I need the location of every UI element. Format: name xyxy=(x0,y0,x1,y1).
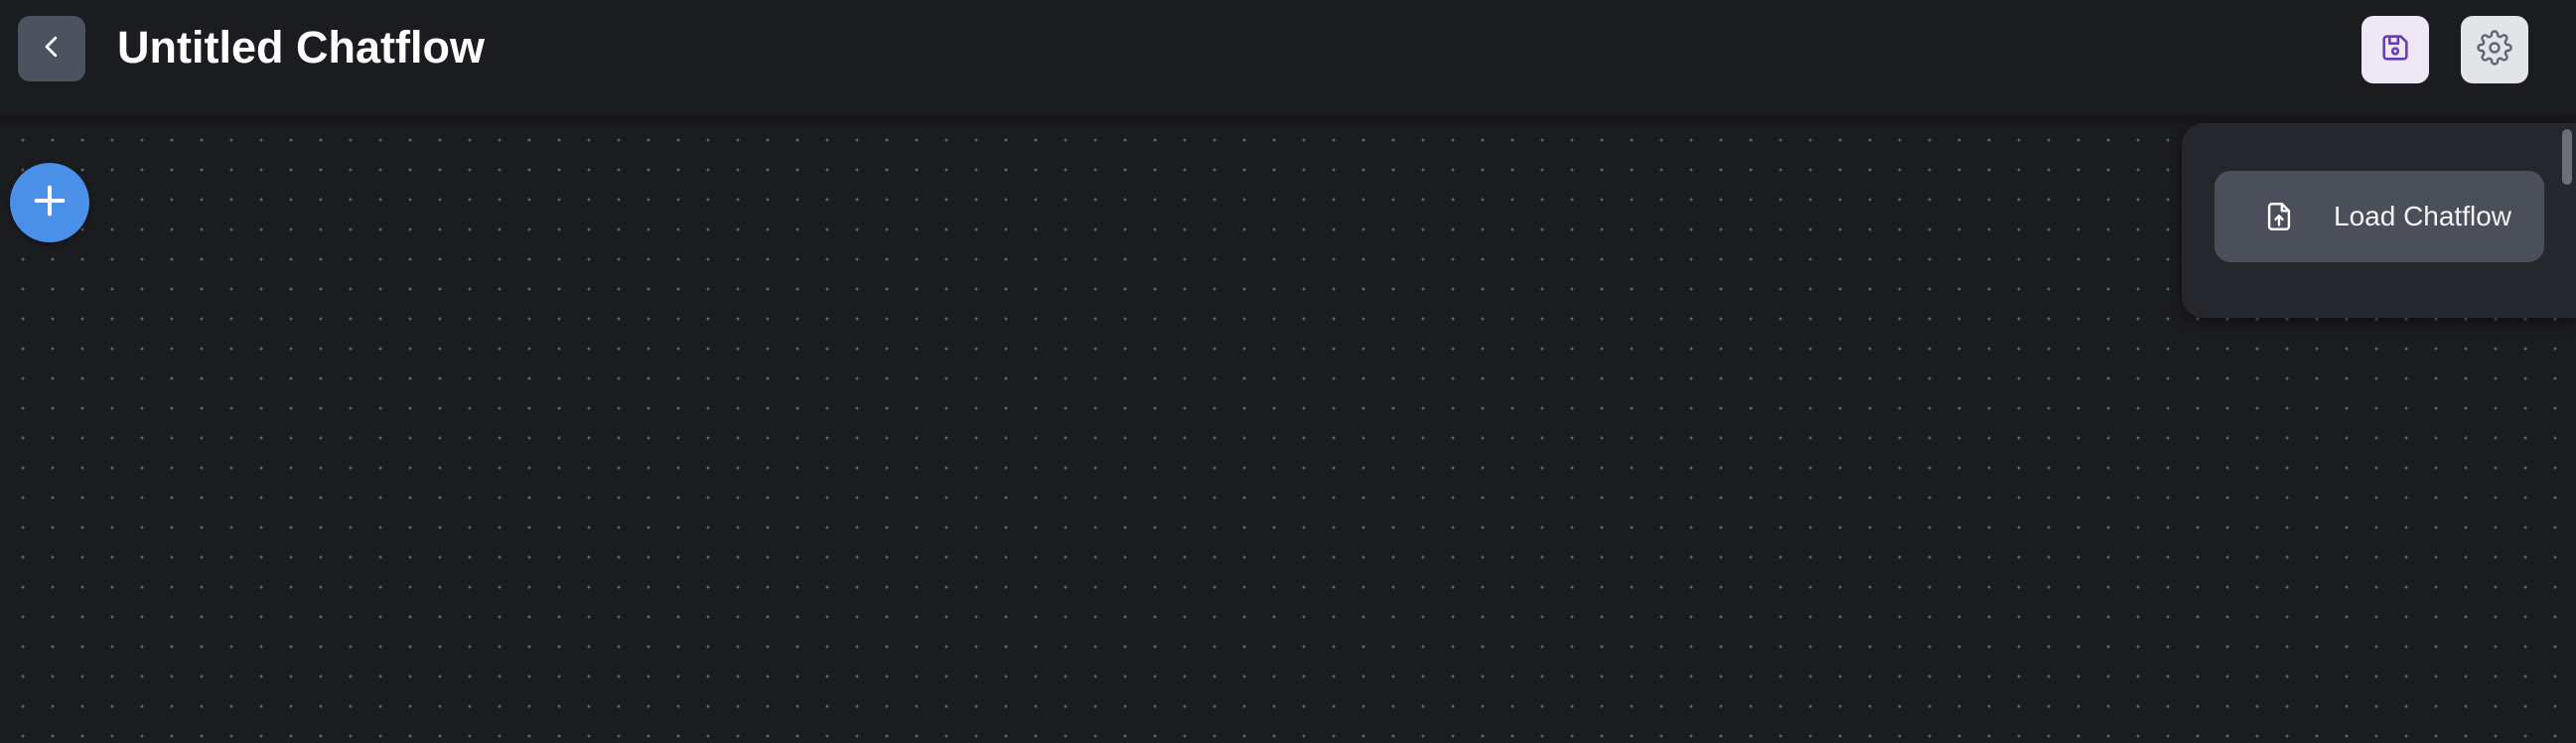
plus-icon xyxy=(30,181,70,225)
file-upload-icon xyxy=(2260,197,2298,236)
save-chatflow-button[interactable] xyxy=(2361,16,2429,83)
settings-menu: Load Chatflow xyxy=(2182,123,2576,318)
add-node-button[interactable] xyxy=(10,163,89,242)
load-chatflow-label: Load Chatflow xyxy=(2334,201,2512,231)
chatflow-canvas-page: Untitled Chatflow Load Chatflow xyxy=(0,0,2576,743)
gear-icon xyxy=(2477,29,2512,71)
page-title: Untitled Chatflow xyxy=(117,22,485,73)
load-chatflow-button[interactable]: Load Chatflow xyxy=(2215,171,2544,262)
header-bar: Untitled Chatflow xyxy=(0,0,2576,117)
chevron-left-icon xyxy=(37,32,67,67)
settings-button[interactable] xyxy=(2461,16,2528,83)
menu-scrollbar[interactable] xyxy=(2562,129,2572,185)
back-button[interactable] xyxy=(18,16,85,81)
floppy-disk-icon xyxy=(2378,31,2412,70)
